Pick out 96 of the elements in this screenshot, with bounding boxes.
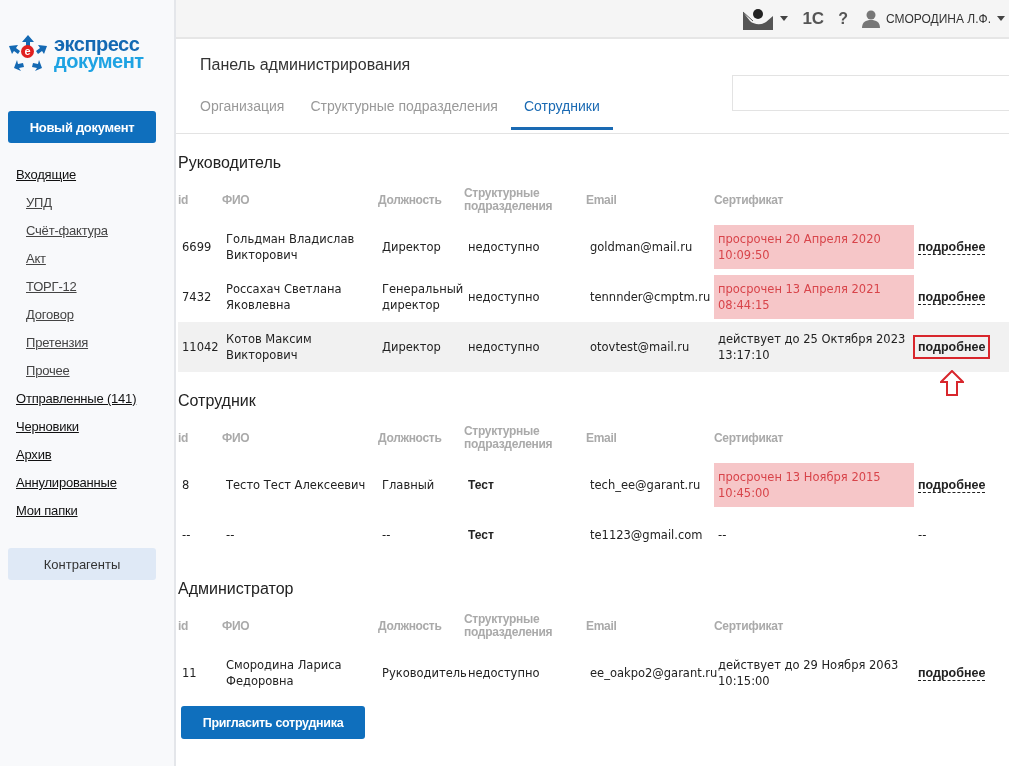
table-row[interactable]: -- -- -- Тест te1123@gmail.com -- -- <box>178 510 1009 560</box>
help-link[interactable]: ? <box>838 9 848 28</box>
table-cell: te1123@gmail.com <box>590 527 703 543</box>
expired-certificate-cell: просрочен 13 Ноября 2015 10:45:00 <box>714 463 914 507</box>
logo-text: экспресс <box>54 36 141 53</box>
table-cell: 7432 <box>182 289 212 305</box>
details-link[interactable]: подробнее <box>918 239 986 255</box>
sidebar-sublink[interactable]: Претензия <box>26 329 89 357</box>
sidebar-sublink[interactable]: Счёт-фактура <box>26 217 108 245</box>
person-bowl-icon[interactable] <box>742 7 775 30</box>
section-title: Администратор <box>178 579 295 599</box>
sidebar-link[interactable]: Отправленные (141) <box>16 385 137 413</box>
table-cell: -- <box>382 527 391 543</box>
table-cell-text: Смородина Лариса Федоровна <box>226 657 343 689</box>
logo-icon <box>8 35 48 71</box>
table-cell: -- <box>918 527 927 543</box>
column-header: ФИО <box>222 193 250 207</box>
table-cell: Тест <box>468 527 494 543</box>
certificate-cell-text: -- <box>717 527 728 544</box>
table-cell: ee_oakpo2@garant.ru <box>590 665 718 681</box>
table-cell-text: Россахач Светлана Яковлевна <box>226 281 343 313</box>
details-link[interactable]: подробнее <box>913 335 991 359</box>
column-header: Должность <box>378 193 442 207</box>
table-cell: Генеральный директор <box>382 281 464 313</box>
table-cell: Руководитель <box>382 665 467 681</box>
column-header: Email <box>586 619 617 633</box>
table-cell: недоступно <box>468 289 540 305</box>
column-header: Структурные подразделения <box>464 425 554 451</box>
table-cell: 8 <box>182 477 190 493</box>
user-icon <box>861 9 880 28</box>
table-cell: Тесто Тест Алексеевич <box>226 477 366 493</box>
sidebar-link[interactable]: Аннулированные <box>16 469 117 497</box>
section-title: Руководитель <box>178 153 283 173</box>
input-field[interactable] <box>732 75 1009 111</box>
invite-employee-button[interactable]: Пригласить сотрудника <box>181 706 365 739</box>
table-row[interactable]: 11 Смородина Лариса Федоровна Руководитель недоступно ee_oakpo2@garant.ruдействует до 29 Ноября 2063 10:15:00 подробнее <box>178 648 1009 698</box>
column-header: Сертификат <box>714 431 784 445</box>
sidebar-sublink[interactable]: Договор <box>26 301 74 329</box>
sidebar-link[interactable]: Входящие <box>16 161 77 189</box>
new-document-button[interactable]: Новый документ <box>8 111 156 143</box>
table-cell: недоступно <box>468 339 540 355</box>
certificate-cell-text: действует до 29 Ноября 2063 10:15:00 <box>717 657 900 690</box>
column-header: Сертификат <box>714 619 784 633</box>
sidebar-sublink[interactable]: ТОРГ-12 <box>26 273 77 301</box>
column-header: Сертификат <box>714 193 784 207</box>
column-header: ФИО <box>222 619 250 633</box>
table-cell: недоступно <box>468 665 540 681</box>
table-cell: tennnder@cmptm.ru <box>590 289 711 305</box>
tab[interactable]: Сотрудники <box>510 92 613 130</box>
table-cell: tech_ee@garant.ru <box>590 477 701 493</box>
column-header: id <box>178 431 189 445</box>
user-name[interactable]: СМОРОДИНА Л.Ф. <box>885 11 991 26</box>
table-cell: Главный <box>382 477 435 493</box>
table-cell: 6699 <box>182 239 212 255</box>
table-row[interactable]: 8 Тесто Тест Алексеевич Главный Тест tech_ee@garant.ru просрочен 13 Ноября 2015 10:45:00 подробнее <box>178 460 1009 510</box>
table-cell: 11042 <box>182 339 219 355</box>
expired-certificate-cell: просрочен 20 Апреля 2020 10:09:50 <box>714 225 914 269</box>
table-cell-text: Котов Максим Викторович <box>226 331 313 363</box>
column-header: Должность <box>378 619 442 633</box>
table-cell-text: Гольдман Владислав Викторович <box>226 231 356 263</box>
integration-link[interactable]: 1С <box>802 8 825 29</box>
caret-icon[interactable] <box>780 16 789 21</box>
sidebar-sublink[interactable]: Прочее <box>26 357 70 385</box>
column-header: Email <box>586 431 617 445</box>
column-header: ФИО <box>222 431 250 445</box>
table-cell: Директор <box>382 339 441 355</box>
expired-certificate-cell: просрочен 13 Апреля 2021 08:44:15 <box>714 275 914 319</box>
sidebar-sublink[interactable]: УПД <box>26 189 52 217</box>
column-header: id <box>178 193 189 207</box>
sidebar-link[interactable]: Черновики <box>16 413 79 441</box>
table-cell: 11 <box>182 665 197 681</box>
table-cell: otovtest@mail.ru <box>590 339 690 355</box>
column-header: Email <box>586 193 617 207</box>
certificate-cell-text: действует до 25 Октября 2023 13:17:10 <box>717 331 907 364</box>
table-cell: Директор <box>382 239 441 255</box>
table-cell: goldman@mail.ru <box>590 239 693 255</box>
table-cell: Тест <box>468 477 494 493</box>
caret-icon[interactable] <box>997 16 1005 21</box>
table-cell: недоступно <box>468 239 540 255</box>
table-row[interactable]: 6699 Гольдман Владислав Викторович Директор недоступно goldman@mail.ru просрочен 20 Апреля 2020 10:09:50 подробнее <box>178 222 1009 272</box>
sidebar-link[interactable]: Мои папки <box>16 497 78 525</box>
column-header: Структурные подразделения <box>464 187 554 213</box>
logo-mark: e <box>21 45 34 58</box>
details-link[interactable]: подробнее <box>918 289 986 305</box>
details-link[interactable]: подробнее <box>918 665 986 681</box>
panel-title: Панель администрирования <box>200 56 412 75</box>
column-header: Должность <box>378 431 442 445</box>
table-cell: -- <box>226 527 235 543</box>
column-header: id <box>178 619 189 633</box>
contractors-button[interactable]: Контрагенты <box>8 548 156 580</box>
sidebar-link[interactable]: Архив <box>16 441 52 469</box>
section-title: Сотрудник <box>178 391 257 411</box>
table-cell: -- <box>182 527 191 543</box>
column-header: Структурные подразделения <box>464 613 554 639</box>
sidebar-sublink[interactable]: Акт <box>26 245 46 273</box>
details-link[interactable]: подробнее <box>918 477 986 493</box>
